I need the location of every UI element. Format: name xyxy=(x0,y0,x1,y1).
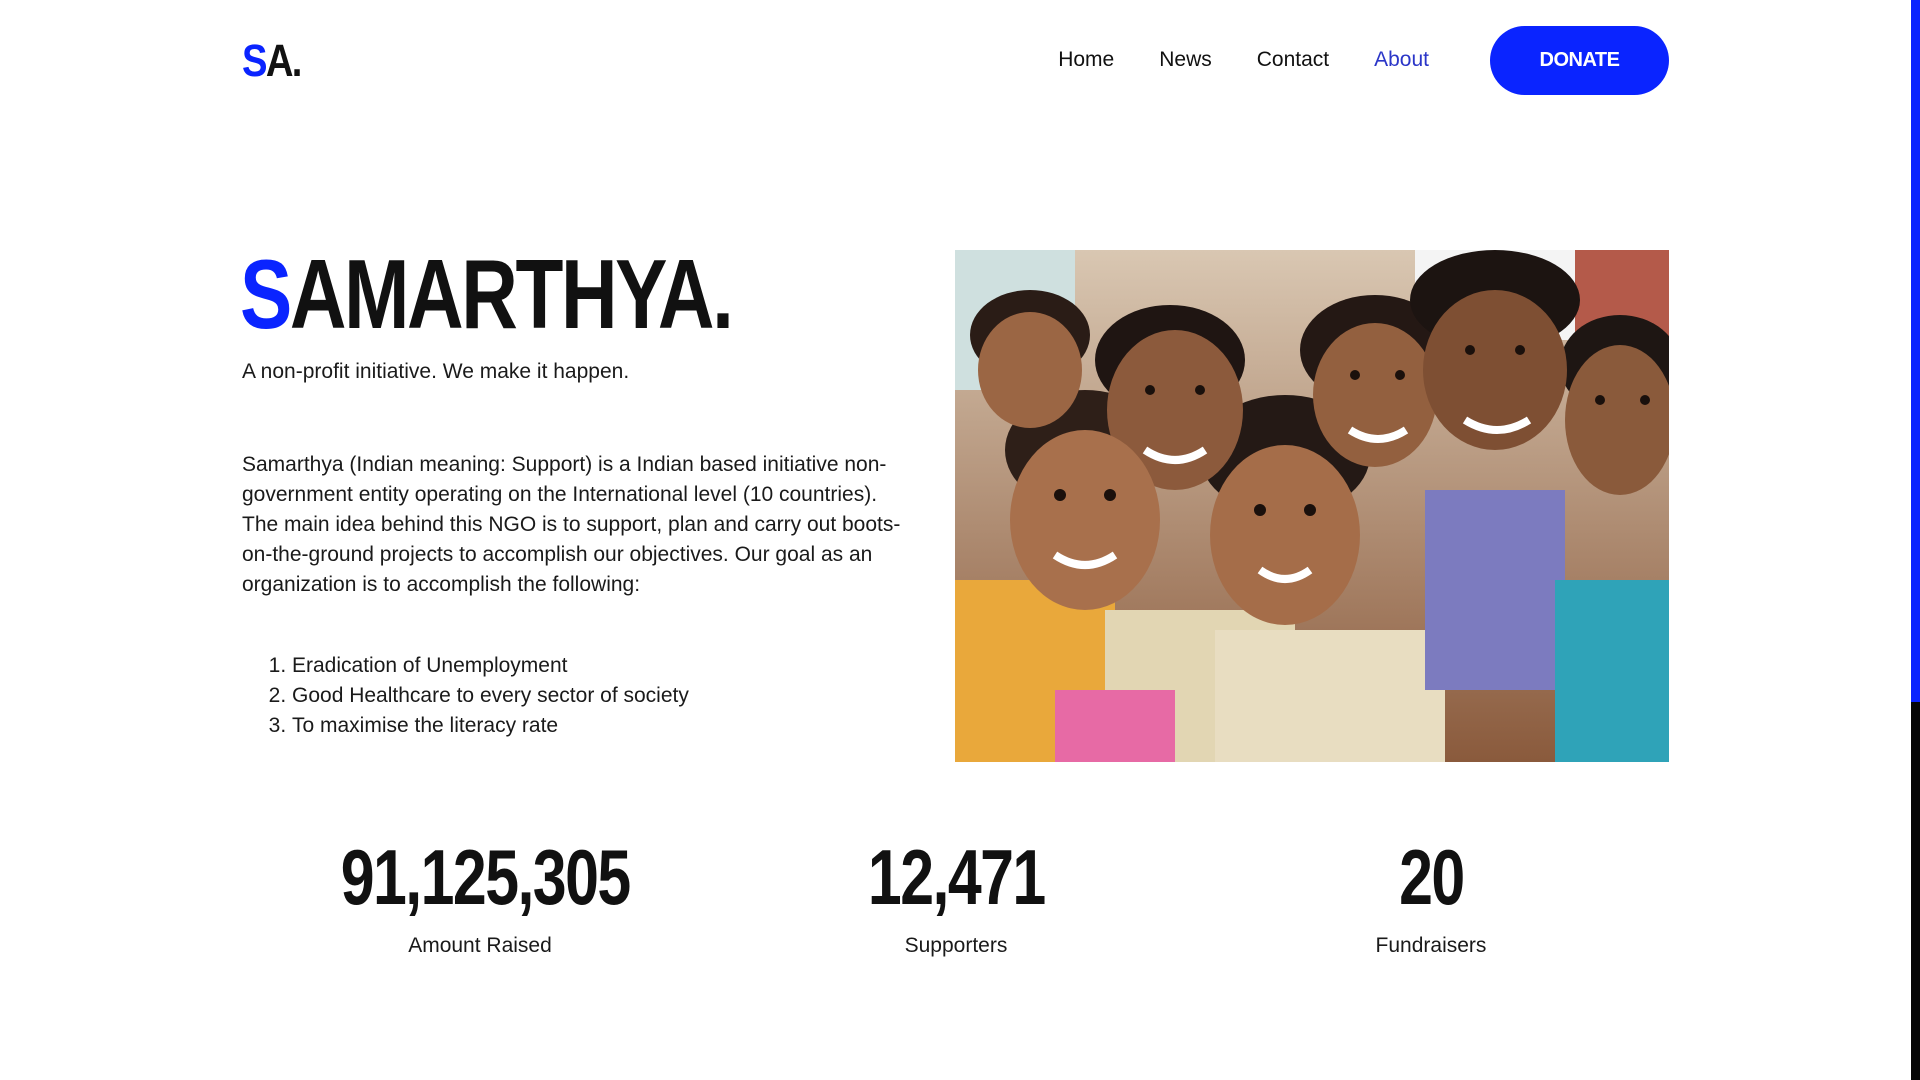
page: S A. Home News Contact About DONATE SAMAR… xyxy=(0,0,1920,1080)
stat-value: 91,125,305 xyxy=(340,833,631,921)
tagline: A non-profit initiative. We make it happ… xyxy=(242,360,630,383)
title-rest: AMARTHYA. xyxy=(289,239,734,349)
nav-link-news[interactable]: News xyxy=(1159,48,1212,72)
children-photo-illustration xyxy=(955,250,1669,762)
main-nav: Home News Contact About DONATE xyxy=(1013,25,1669,95)
stat-value: 12,471 xyxy=(867,833,1046,921)
description: Samarthya (Indian meaning: Support) is a… xyxy=(242,453,901,596)
goal-item: Good Healthcare to every sector of socie… xyxy=(292,681,689,711)
goal-item: To maximise the literacy rate xyxy=(292,711,689,741)
stat-amount-raised: 91,125,305 Amount Raised xyxy=(300,838,660,958)
stat-value: 20 xyxy=(1398,833,1465,921)
nav-link-contact[interactable]: Contact xyxy=(1257,48,1329,72)
scrollbar[interactable] xyxy=(1911,0,1920,1080)
stat-label: Amount Raised xyxy=(408,934,552,957)
donate-button[interactable]: DONATE xyxy=(1490,25,1669,95)
nav-link-about[interactable]: About xyxy=(1374,48,1429,72)
stat-label: Fundraisers xyxy=(1375,934,1487,957)
goals-list: Eradication of Unemployment Good Healthc… xyxy=(242,651,689,741)
site-header: S A. Home News Contact About DONATE xyxy=(242,0,1669,120)
nav-link-home[interactable]: Home xyxy=(1058,48,1114,72)
goal-item: Eradication of Unemployment xyxy=(292,651,689,681)
logo-rest: A. xyxy=(265,34,303,86)
title-initial: S xyxy=(240,239,292,349)
hero-photo xyxy=(955,250,1669,762)
stat-supporters: 12,471 Supporters xyxy=(776,838,1136,958)
logo-initial: S xyxy=(242,34,268,86)
stat-fundraisers: 20 Fundraisers xyxy=(1251,838,1611,958)
stat-label: Supporters xyxy=(904,934,1008,957)
page-title: SAMARTHYA. xyxy=(240,245,734,343)
logo[interactable]: S A. xyxy=(242,34,303,86)
